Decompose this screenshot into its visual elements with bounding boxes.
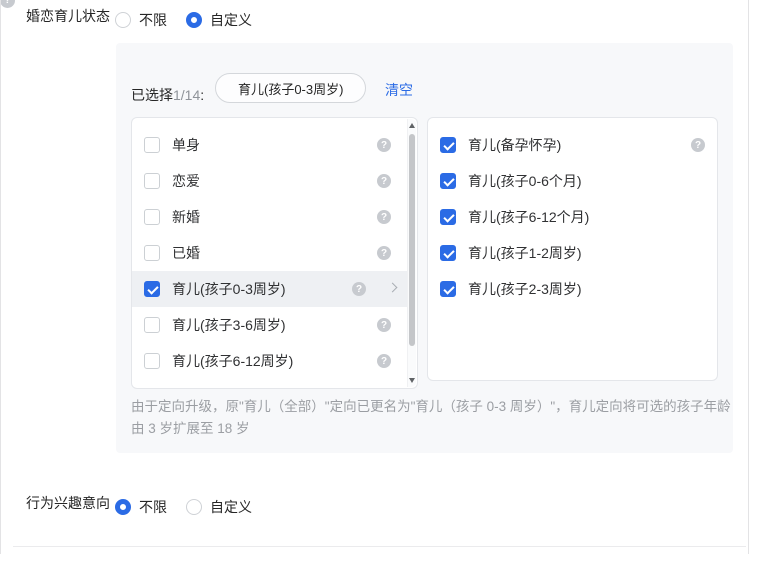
list-item-label: 育儿(孩子6-12个月) bbox=[468, 209, 590, 225]
list-item[interactable]: 育儿(孩子0-6个月) bbox=[428, 163, 717, 199]
marital-radio-custom[interactable]: 自定义 bbox=[186, 10, 252, 30]
help-icon[interactable]: ? bbox=[691, 138, 705, 152]
radio-label: 自定义 bbox=[210, 12, 252, 28]
selected-colon: : bbox=[200, 87, 205, 103]
checkbox-icon[interactable] bbox=[440, 245, 456, 261]
radio-icon bbox=[115, 12, 131, 28]
radio-icon bbox=[186, 499, 202, 515]
list-item-label: 育儿(孩子2-3周岁) bbox=[468, 281, 582, 297]
list-item-label: 育儿(孩子3-6周岁) bbox=[172, 317, 286, 333]
clear-all-link[interactable]: 清空 bbox=[385, 80, 413, 100]
list-item-label: 育儿(备孕怀孕) bbox=[468, 137, 562, 153]
list-item[interactable]: 育儿(孩子3-6周岁) ? bbox=[132, 307, 408, 343]
help-icon[interactable]: ? bbox=[377, 174, 391, 188]
scrollbar-thumb[interactable] bbox=[409, 134, 415, 346]
help-icon[interactable]: ? bbox=[377, 318, 391, 332]
bottom-divider bbox=[13, 546, 746, 547]
radio-icon bbox=[115, 499, 131, 515]
list-item[interactable]: 育儿(孩子2-3周岁) bbox=[428, 271, 717, 307]
list-item-label: 育儿(孩子1-2周岁) bbox=[468, 245, 582, 261]
selected-count-bar: 已选择 1/14 : bbox=[131, 80, 204, 110]
checkbox-icon[interactable] bbox=[440, 137, 456, 153]
list-item-label: 育儿(孩子0-6个月) bbox=[468, 173, 582, 189]
behavior-radio-unlimited[interactable]: 不限 bbox=[115, 497, 167, 517]
upgrade-note: 由于定向升级，原"育儿（全部）"定向已更名为"育儿（孩子 0-3 周岁）"，育儿… bbox=[131, 399, 731, 436]
parenting-sub-options-rows: 育儿(备孕怀孕) ? 育儿(孩子0-6个月) 育儿(孩子6-12个月) 育儿(孩… bbox=[428, 127, 717, 307]
scroll-up-icon[interactable] bbox=[409, 123, 415, 128]
list-item[interactable]: 育儿(备孕怀孕) ? bbox=[428, 127, 717, 163]
help-icon[interactable]: ? bbox=[352, 282, 366, 296]
chevron-right-icon[interactable] bbox=[387, 282, 398, 293]
checkbox-icon[interactable] bbox=[144, 137, 160, 153]
checkbox-icon[interactable] bbox=[144, 317, 160, 333]
list-item[interactable]: 恋爱 ? bbox=[132, 163, 408, 199]
checkbox-icon[interactable] bbox=[440, 209, 456, 225]
selected-count: 1/14 bbox=[173, 87, 201, 103]
radio-label: 自定义 bbox=[210, 499, 252, 515]
targeting-settings-page: 婚恋育儿状态 不限 自定义 已选择 1/14 : 育儿(孩子0-3周岁) 清空 … bbox=[0, 0, 757, 554]
behavior-help-icon[interactable]: ? bbox=[0, 0, 15, 8]
list-item[interactable]: 单身 ? bbox=[132, 127, 408, 163]
list-item[interactable]: 新婚 ? bbox=[132, 199, 408, 235]
radio-icon bbox=[186, 12, 202, 28]
checkbox-icon[interactable] bbox=[144, 209, 160, 225]
selected-tag[interactable]: 育儿(孩子0-3周岁) bbox=[215, 73, 367, 103]
scroll-down-icon[interactable] bbox=[409, 378, 415, 383]
list-item[interactable]: 育儿(孩子0-3周岁) ? bbox=[132, 271, 408, 307]
checkbox-icon[interactable] bbox=[144, 245, 160, 261]
checkbox-icon[interactable] bbox=[144, 281, 160, 297]
radio-label: 不限 bbox=[139, 12, 167, 28]
list-item[interactable]: 育儿(孩子6-12周岁) ? bbox=[132, 343, 408, 379]
list-item-label: 新婚 bbox=[172, 209, 200, 225]
list-item-label: 恋爱 bbox=[172, 173, 200, 189]
list-item[interactable]: 育儿(孩子1-2周岁) bbox=[428, 235, 717, 271]
checkbox-icon[interactable] bbox=[144, 173, 160, 189]
help-icon[interactable]: ? bbox=[377, 354, 391, 368]
list-item[interactable]: 已婚 ? bbox=[132, 235, 408, 271]
behavior-radio-custom[interactable]: 自定义 bbox=[186, 497, 252, 517]
list-item[interactable]: 育儿(孩子6-12个月) bbox=[428, 199, 717, 235]
marital-options-rows: 单身 ? 恋爱 ? 新婚 ? 已婚 ? 育儿(孩子0-3周岁) ? 育儿(孩子3… bbox=[132, 127, 417, 379]
left-list-scrollbar[interactable] bbox=[407, 119, 416, 387]
checkbox-icon[interactable] bbox=[440, 173, 456, 189]
checkbox-icon[interactable] bbox=[440, 281, 456, 297]
list-item-label: 育儿(孩子6-12周岁) bbox=[172, 353, 294, 369]
help-icon[interactable]: ? bbox=[377, 246, 391, 260]
list-item-label: 已婚 bbox=[172, 245, 200, 261]
page-left-border bbox=[0, 0, 1, 554]
help-icon[interactable]: ? bbox=[377, 138, 391, 152]
checkbox-icon[interactable] bbox=[144, 353, 160, 369]
marital-options-list: 单身 ? 恋爱 ? 新婚 ? 已婚 ? 育儿(孩子0-3周岁) ? 育儿(孩子3… bbox=[131, 117, 418, 389]
selected-prefix: 已选择 bbox=[131, 87, 173, 103]
list-item-label: 单身 bbox=[172, 137, 200, 153]
help-icon[interactable]: ? bbox=[377, 210, 391, 224]
page-right-border bbox=[748, 0, 749, 554]
list-item-label: 育儿(孩子0-3周岁) bbox=[172, 281, 286, 297]
parenting-sub-options-list: 育儿(备孕怀孕) ? 育儿(孩子0-6个月) 育儿(孩子6-12个月) 育儿(孩… bbox=[427, 117, 718, 381]
marital-radio-unlimited[interactable]: 不限 bbox=[115, 10, 167, 30]
radio-label: 不限 bbox=[139, 499, 167, 515]
marital-section-label: 婚恋育儿状态 bbox=[26, 8, 110, 24]
behavior-section-label: 行为兴趣意向 bbox=[26, 495, 110, 511]
